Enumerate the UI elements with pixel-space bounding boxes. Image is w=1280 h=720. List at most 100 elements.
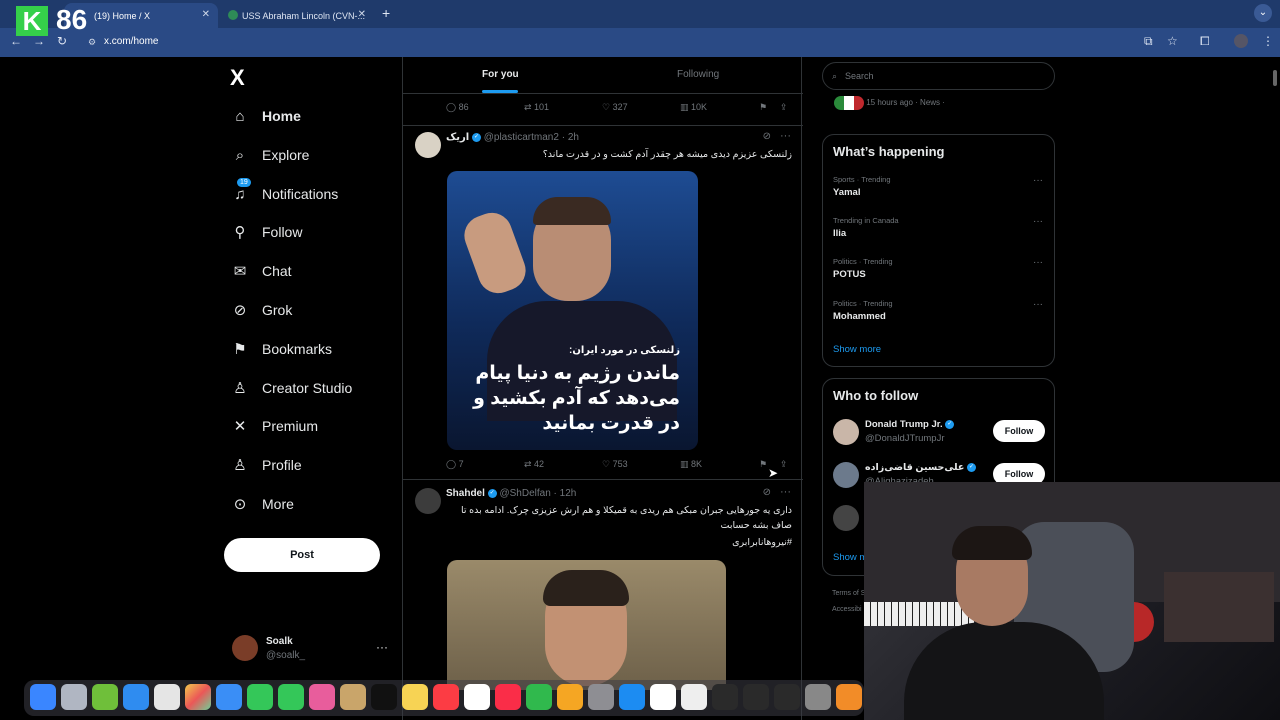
extensions-icon[interactable]: ⧠	[1200, 34, 1210, 49]
trend-item[interactable]: Politics · Trending Mohammed ···	[833, 299, 1045, 322]
x-logo[interactable]: X	[230, 65, 245, 91]
like-button[interactable]: ♡ 327	[602, 102, 628, 113]
app-icon[interactable]	[92, 684, 118, 710]
trend-item[interactable]: Politics · Trending POTUS ···	[833, 257, 1045, 280]
app-icon[interactable]	[743, 684, 769, 710]
profile-avatar[interactable]	[1234, 34, 1248, 48]
tweet-time[interactable]: · 12h	[554, 488, 577, 499]
sidebar-item-chat[interactable]: ✉ Chat	[230, 257, 292, 285]
app-icon[interactable]	[309, 684, 335, 710]
reply-button[interactable]: ◯ 86	[446, 102, 469, 113]
back-icon[interactable]: ←	[10, 34, 22, 48]
hashtag-link[interactable]: #نیروهانابرابری	[446, 535, 792, 550]
search-input[interactable]: ⌕ Search	[822, 62, 1055, 90]
more-icon[interactable]: ···	[1033, 299, 1043, 310]
launchpad-icon[interactable]	[61, 684, 87, 710]
share-icon[interactable]: ⇪	[780, 459, 788, 470]
reply-button[interactable]: ◯ 7	[446, 459, 464, 470]
page-scrollbar[interactable]	[1273, 70, 1277, 86]
footer-link-accessibility[interactable]: Accessibi	[832, 606, 862, 613]
follow-suggestion[interactable]: Donald Trump Jr. ✓ @DonaldJTrumpJr Follo…	[833, 417, 1045, 447]
star-icon[interactable]: ☆	[1167, 34, 1178, 48]
notion-icon[interactable]	[650, 684, 676, 710]
music-icon[interactable]	[433, 684, 459, 710]
follow-button[interactable]: Follow	[993, 420, 1045, 442]
calendar-icon[interactable]	[681, 684, 707, 710]
author-name[interactable]: اریک	[446, 132, 469, 143]
tab-following[interactable]: Following	[677, 69, 719, 80]
close-tab-icon[interactable]: ✕	[202, 9, 210, 20]
like-button[interactable]: ♡ 753	[602, 459, 628, 470]
trend-item[interactable]: Sports · Trending Yamal ···	[833, 175, 1045, 198]
app-icon[interactable]	[340, 684, 366, 710]
new-tab-button[interactable]: +	[382, 5, 390, 21]
account-switcher[interactable]: Soalk @soalk_ ···	[232, 634, 392, 666]
grok-icon[interactable]: ⊘	[763, 487, 771, 498]
sidebar-item-explore[interactable]: ⌕ Explore	[230, 141, 310, 169]
author-handle[interactable]: @plasticartman2	[484, 132, 559, 143]
repost-button[interactable]: ⇄ 42	[524, 459, 544, 470]
tweet-image[interactable]: زلنسکی در مورد ایران: ماندن رژیم به دنیا…	[447, 171, 698, 450]
more-icon[interactable]: ···	[1033, 216, 1043, 227]
settings-icon[interactable]	[588, 684, 614, 710]
apple-tv-icon[interactable]	[371, 684, 397, 710]
bookmark-icon[interactable]: ⚑	[759, 459, 767, 470]
trend-item[interactable]: Trending in Canada Ilia ···	[833, 216, 1045, 239]
avatar[interactable]	[833, 419, 859, 445]
mail-icon[interactable]	[216, 684, 242, 710]
app-store-icon[interactable]	[619, 684, 645, 710]
news-icon[interactable]	[495, 684, 521, 710]
more-icon[interactable]: ···	[376, 640, 388, 654]
tweet-time[interactable]: · 2h	[562, 132, 579, 143]
forward-icon[interactable]: →	[33, 34, 45, 48]
show-more-link[interactable]: Show more	[833, 344, 881, 355]
sidebar-item-bookmarks[interactable]: ⚑ Bookmarks	[230, 335, 332, 363]
author-name[interactable]: Shahdel	[446, 488, 485, 499]
address-bar[interactable]: ⚙ x.com/home	[80, 31, 1180, 53]
views-button[interactable]: ▥ 10K	[680, 102, 707, 113]
avatar[interactable]	[833, 462, 859, 488]
more-icon[interactable]: ···	[1033, 257, 1043, 268]
finder-icon[interactable]	[30, 684, 56, 710]
app-icon[interactable]	[712, 684, 738, 710]
kebab-menu-icon[interactable]: ⋮	[1262, 34, 1274, 48]
facetime-icon[interactable]	[247, 684, 273, 710]
sidebar-item-follow[interactable]: ⚲ Follow	[230, 218, 303, 246]
more-icon[interactable]: ···	[780, 130, 791, 142]
views-button[interactable]: ▥ 8K	[680, 459, 702, 470]
tweet-image[interactable]	[447, 560, 726, 690]
author-handle[interactable]: @ShDelfan	[499, 488, 550, 499]
fl-studio-icon[interactable]	[836, 684, 862, 710]
site-info-icon[interactable]: ⚙	[88, 31, 96, 53]
chrome-icon[interactable]	[154, 684, 180, 710]
sidebar-item-grok[interactable]: ⊘ Grok	[230, 296, 293, 324]
app-icon[interactable]	[774, 684, 800, 710]
close-tab-icon[interactable]: ✕	[358, 9, 366, 20]
sidebar-item-premium[interactable]: ✕ Premium	[230, 412, 318, 440]
notes-icon[interactable]	[402, 684, 428, 710]
sidebar-item-creator-studio[interactable]: ♙ Creator Studio	[230, 374, 352, 402]
app-icon[interactable]	[805, 684, 831, 710]
sidebar-item-profile[interactable]: ♙ Profile	[230, 451, 301, 479]
sidebar-item-notifications[interactable]: ♫ 19 Notifications	[230, 178, 338, 208]
safari-icon[interactable]	[123, 684, 149, 710]
numbers-icon[interactable]	[526, 684, 552, 710]
sidebar-item-home[interactable]: ⌂ Home	[230, 102, 300, 130]
footer-link-terms[interactable]: Terms of S	[832, 590, 865, 597]
post-button[interactable]: Post	[224, 538, 380, 572]
more-icon[interactable]: ···	[1033, 175, 1043, 186]
grok-icon[interactable]: ⊘	[763, 131, 771, 142]
chevron-down-icon[interactable]: ⌄	[1254, 4, 1272, 22]
calendar-icon[interactable]	[464, 684, 490, 710]
repost-button[interactable]: ⇄ 101	[524, 102, 549, 113]
avatar[interactable]	[415, 488, 441, 514]
bookmark-icon[interactable]: ⚑	[759, 102, 767, 113]
avatar[interactable]	[833, 505, 859, 531]
reload-icon[interactable]: ↻	[57, 34, 67, 48]
install-icon[interactable]: ⧉	[1144, 34, 1153, 49]
more-icon[interactable]: ···	[780, 486, 791, 498]
share-icon[interactable]: ⇪	[780, 102, 788, 113]
messages-icon[interactable]	[278, 684, 304, 710]
show-more-link[interactable]: Show m	[833, 552, 867, 563]
avatar[interactable]	[415, 132, 441, 158]
